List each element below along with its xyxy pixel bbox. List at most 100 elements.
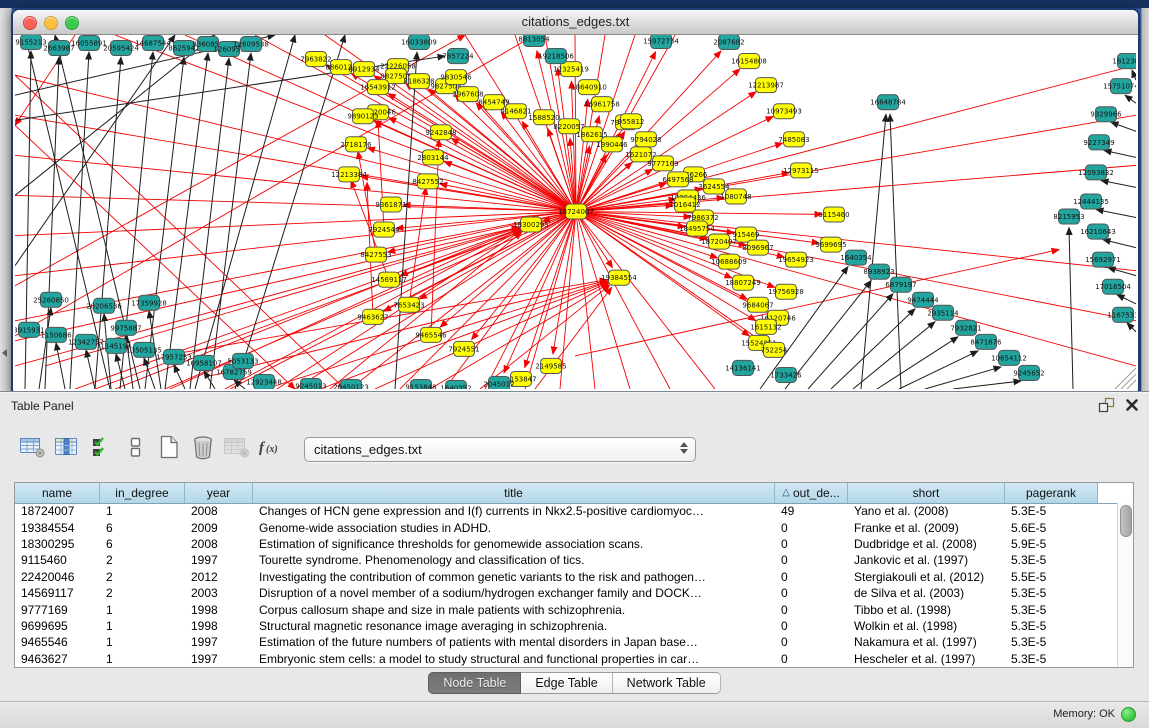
tab-edge-table[interactable]: Edge Table [521, 672, 612, 694]
table-row[interactable]: 911546021997Tourette syndrome. Phenomeno… [15, 552, 1117, 568]
table-scrollbar-thumb[interactable] [1120, 505, 1132, 537]
graph-node[interactable]: 955812 [618, 114, 645, 129]
row-height-button[interactable] [120, 436, 150, 462]
graph-node[interactable]: 9329966 [1090, 107, 1122, 122]
graph-node[interactable]: 9242848 [425, 125, 456, 140]
graph-node[interactable]: 16154808 [731, 54, 767, 69]
graph-node[interactable]: 6879197 [885, 277, 916, 292]
svg-text:1588520: 1588520 [528, 114, 559, 122]
graph-node[interactable]: 19756928 [768, 284, 804, 299]
graph-node[interactable]: 10688609 [711, 254, 747, 269]
graph-node[interactable]: 9794028 [630, 132, 661, 147]
table-row[interactable]: 2242004622012Investigating the contribut… [15, 569, 1117, 585]
graph-node[interactable]: 25260850 [33, 292, 69, 307]
graph-node[interactable]: 18720407 [701, 234, 737, 249]
graph-node[interactable]: 9155213 [15, 35, 46, 50]
graph-node[interactable]: 10654112 [991, 350, 1027, 365]
function-builder-button[interactable]: f(x) [256, 436, 286, 462]
tab-network-table[interactable]: Network Table [613, 672, 721, 694]
graph-node[interactable]: 1640352 [440, 380, 471, 389]
float-panel-button[interactable] [1097, 397, 1115, 418]
graph-node[interactable]: 9115460 [818, 207, 849, 222]
graph-node[interactable]: 17016504 [1095, 279, 1131, 294]
table-selector-dropdown[interactable]: citations_edges.txt [304, 437, 696, 462]
column-chooser-button[interactable] [52, 436, 82, 462]
graph-node[interactable]: 9153848 [405, 379, 436, 389]
graph-node[interactable]: 1640354 [840, 250, 872, 265]
graph-node[interactable]: 16055891 [71, 36, 107, 51]
network-canvas[interactable]: 1872400779638228860128891293422226058982… [15, 35, 1136, 389]
network-graph[interactable]: 1872400779638228860128891293422226058982… [15, 35, 1136, 389]
graph-node[interactable]: 20595424 [103, 41, 139, 56]
graph-node[interactable]: 14136141 [725, 360, 761, 375]
graph-node[interactable]: 1812304 [1112, 54, 1136, 69]
graph-node[interactable]: 1733426 [770, 367, 802, 382]
graph-node[interactable]: 8471676 [970, 334, 1002, 349]
table-settings-button[interactable] [18, 436, 48, 462]
table-scrollbar[interactable] [1117, 503, 1133, 667]
table-row[interactable]: 946362711997Embryonic stem cells: a mode… [15, 651, 1117, 667]
table-row[interactable]: 977716911998Corpus callosum shape and si… [15, 601, 1117, 617]
graph-node[interactable]: 7485083 [778, 132, 809, 147]
tab-node-table[interactable]: Node Table [428, 672, 521, 694]
graph-node[interactable]: 7932821 [950, 320, 981, 335]
graph-node[interactable]: 1080748 [720, 189, 751, 204]
graph-node[interactable]: 2935114 [927, 305, 959, 320]
graph-node[interactable]: 2087682 [713, 35, 744, 50]
column-header-title[interactable]: title [253, 483, 775, 503]
table-row[interactable]: 1872400712008Changes of HCN gene express… [15, 503, 1117, 519]
graph-node[interactable]: 12213987 [748, 78, 784, 93]
graph-node[interactable]: 8938923 [863, 264, 894, 279]
table-row[interactable]: 946554611997Estimation of the future num… [15, 634, 1117, 650]
table-row[interactable]: 1456911722003Disruption of a novel membe… [15, 585, 1117, 601]
graph-node[interactable]: 8215953 [1053, 209, 1084, 224]
graph-node[interactable]: 1167533 [1107, 307, 1136, 322]
graph-node[interactable]: 9227349 [1083, 135, 1114, 150]
window-titlebar[interactable]: citations_edges.txt [13, 10, 1138, 35]
new-table-button[interactable] [154, 436, 184, 462]
graph-node[interactable]: 7857224 [442, 49, 474, 64]
graph-node[interactable]: 12973115 [783, 163, 819, 178]
graph-node[interactable]: 9975887 [110, 320, 141, 335]
graph-node[interactable]: 16961758 [584, 97, 620, 112]
panel-collapse-arrow-icon[interactable] [2, 349, 7, 357]
table-row[interactable]: 1830029562008Estimation of significance … [15, 536, 1117, 552]
column-header-name[interactable]: name [15, 483, 100, 503]
select-all-button[interactable] [86, 436, 116, 462]
graph-node[interactable]: 9474444 [907, 292, 939, 307]
svg-text:9329966: 9329966 [1090, 111, 1122, 119]
close-panel-button[interactable] [1125, 398, 1139, 417]
table-row[interactable]: 969969511998Structural magnetic resonanc… [15, 618, 1117, 634]
graph-node[interactable]: 16033809 [401, 35, 437, 50]
column-header-pagerank[interactable]: pagerank [1005, 483, 1098, 503]
column-header-short[interactable]: short [848, 483, 1005, 503]
column-header-year[interactable]: year [185, 483, 253, 503]
graph-node[interactable]: 15972734 [643, 35, 679, 49]
graph-node[interactable]: 12093832 [1078, 165, 1114, 180]
graph-node[interactable]: 19654923 [778, 252, 814, 267]
graph-node[interactable]: 15692971 [1085, 252, 1121, 267]
graph-node[interactable]: 12213384 [331, 167, 367, 182]
graph-node[interactable]: 16648784 [870, 95, 906, 110]
graph-node[interactable]: 18640910 [571, 80, 607, 95]
column-header-in_degree[interactable]: in_degree [100, 483, 185, 503]
graph-node[interactable]: 8427552 [412, 174, 443, 189]
delete-rows-button[interactable] [188, 436, 218, 462]
graph-node[interactable]: 752254 [761, 342, 788, 357]
graph-node[interactable]: 20450123 [333, 379, 369, 389]
graph-node[interactable]: 12444135 [1073, 194, 1109, 209]
graph-node[interactable]: 15751074 [1103, 79, 1136, 94]
graph-node[interactable]: 12923448 [246, 374, 282, 389]
graph-node[interactable]: 16210643 [1080, 224, 1116, 239]
graph-node[interactable]: 9361871 [375, 197, 406, 212]
graph-node[interactable]: 8427553 [360, 247, 391, 262]
table-cell: 0 [775, 635, 848, 649]
graph-node[interactable]: 8813054 [518, 35, 550, 47]
table-row[interactable]: 1938455462009Genome-wide association stu… [15, 519, 1117, 535]
graph-node[interactable]: 10973493 [766, 104, 802, 119]
table-cell: 2009 [185, 521, 253, 535]
graph-node[interactable]: 9245013 [295, 378, 326, 389]
column-header-out_de[interactable]: △out_de... [775, 483, 848, 503]
graph-node[interactable]: 9245652 [1013, 365, 1044, 380]
graph-node[interactable]: 2718176 [340, 137, 372, 152]
